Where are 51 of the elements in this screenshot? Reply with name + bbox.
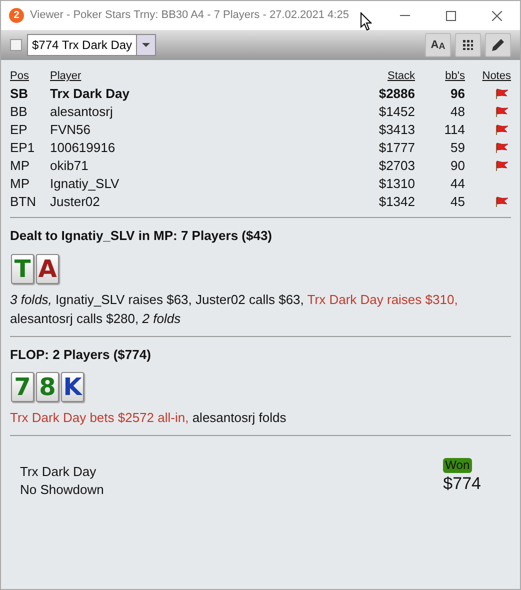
result-detail: No Showdown (20, 481, 104, 499)
table-cell-text: Ignatiy_SLV (50, 175, 120, 193)
table-cell-text: MP (10, 175, 30, 193)
table-cell-text: 100619916 (50, 139, 116, 157)
table-cell-text: 48 (450, 103, 465, 121)
hand-select-dropdown[interactable]: $774 Trx Dark Day (27, 34, 156, 56)
playing-card: K (61, 372, 84, 402)
table-cell-text: 45 (450, 193, 465, 211)
app-logo: 2 (9, 8, 24, 23)
table-cell-text: 96 (450, 85, 465, 103)
table-cell-text: SB (10, 85, 30, 103)
table-cell-text: $2703 (378, 157, 415, 175)
column-header[interactable]: Pos (10, 67, 50, 85)
table-cell-text: 114 (443, 121, 465, 139)
window-title: Viewer - Poker Stars Trny: BB30 A4 - 7 Players - 27.02.2021 4:25 (30, 8, 349, 24)
playing-card: 7 (11, 372, 34, 402)
table-cell-text: 59 (450, 139, 465, 157)
action-text: 3 folds, Ignatiy_SLV raises $63, Juster02 calls $63, Trx Dark Day raises $310, alesantosrj calls $280, 2 folds (10, 290, 459, 328)
won-badge: Won (443, 458, 472, 473)
playing-card: A (36, 254, 59, 284)
table-cell-text: Trx Dark Day (50, 85, 130, 103)
street-heading: FLOP: 2 Players ($774) (10, 346, 152, 364)
table-cell-text: $3413 (378, 121, 415, 139)
column-header[interactable]: bb's (415, 67, 465, 85)
won-amount: $774 (443, 473, 481, 495)
table-cell-text: $1342 (378, 193, 415, 211)
action-text: Trx Dark Day bets $2572 all-in, alesantosrj folds (10, 409, 288, 427)
table-cell-text: $2886 (378, 85, 415, 103)
table-cell-text: 90 (450, 157, 465, 175)
table-cell-text: BB (10, 103, 28, 121)
table-cell-text: $1310 (378, 175, 415, 193)
table-cell-text: EP1 (10, 139, 36, 157)
table-cell-text: FVN56 (50, 121, 92, 139)
table-cell-text: MP (10, 157, 30, 175)
street-heading: Dealt to Ignatiy_SLV in MP: 7 Players ($43) (10, 227, 274, 245)
playing-card: 8 (36, 372, 59, 402)
winner-name: Trx Dark Day (20, 463, 98, 481)
playing-card: T (11, 254, 34, 284)
table-cell-text: BTN (10, 193, 37, 211)
table-cell-text: okib71 (50, 157, 90, 175)
table-cell-text: $1777 (378, 139, 415, 157)
dropdown-value: $774 Trx Dark Day (31, 37, 134, 54)
table-cell-text: $1452 (378, 103, 415, 121)
table-cell-text: alesantosrj (50, 103, 114, 121)
table-cell-text: Juster02 (50, 193, 101, 211)
font-size-button[interactable]: AA (425, 33, 451, 57)
column-header[interactable]: Notes (465, 67, 511, 85)
column-header[interactable]: Player (50, 67, 335, 85)
table-cell-text: EP (10, 121, 28, 139)
column-header[interactable]: Stack (335, 67, 415, 85)
table-cell-text: 44 (450, 175, 465, 193)
